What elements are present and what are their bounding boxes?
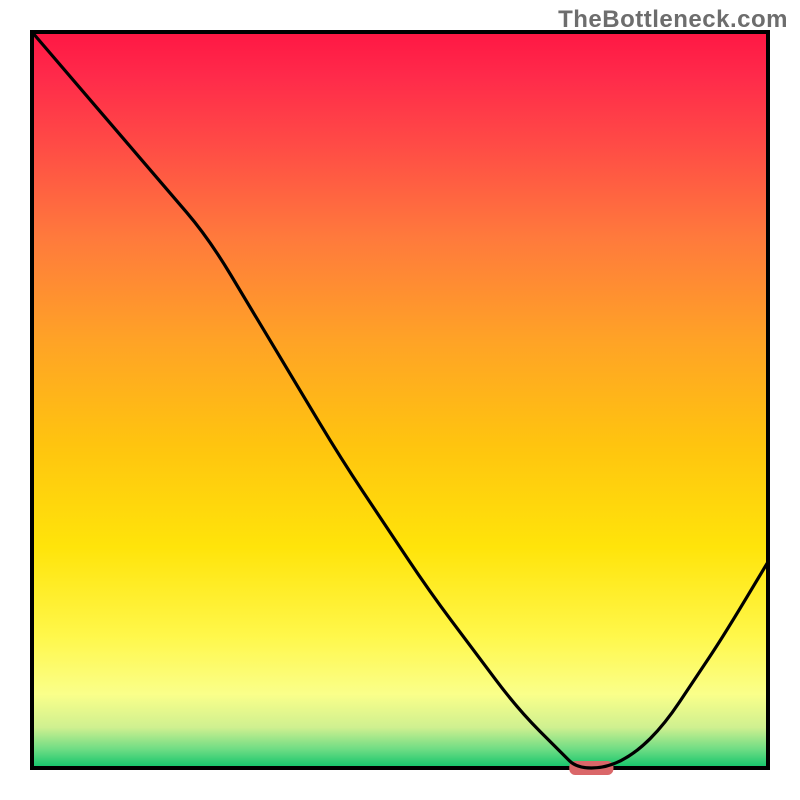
bottleneck-chart xyxy=(0,0,800,800)
gradient-background xyxy=(32,32,768,768)
chart-container: TheBottleneck.com xyxy=(0,0,800,800)
watermark-text: TheBottleneck.com xyxy=(558,6,788,34)
